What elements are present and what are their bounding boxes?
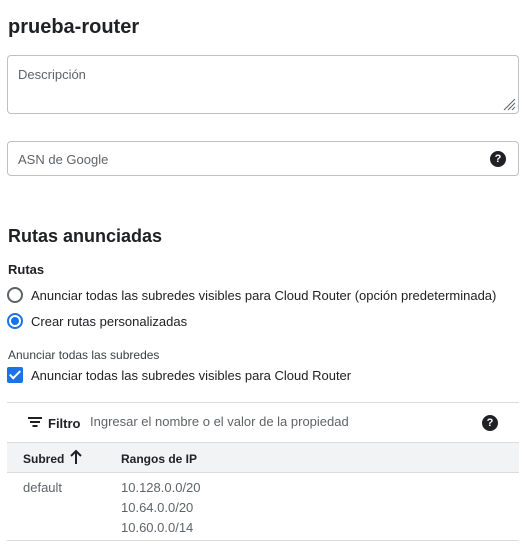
ip-range: 10.128.0.0/20 [121, 480, 201, 495]
table-header: Subred Rangos de IP [7, 442, 519, 473]
filter-label[interactable]: Filtro [48, 416, 81, 431]
filter-help-icon[interactable]: ? [482, 415, 498, 431]
column-header-subnet[interactable]: Subred [23, 452, 64, 466]
advertised-routes-title: Rutas anunciadas [8, 226, 163, 246]
routes-label: Rutas [8, 262, 45, 277]
advertise-subnets-checkbox[interactable]: Anunciar todas las subredes visibles par… [7, 367, 351, 383]
asn-field[interactable]: ASN de Google ? [7, 141, 519, 176]
resize-handle-icon[interactable] [502, 97, 516, 111]
radio-checked-icon[interactable] [7, 313, 23, 329]
advertise-subnets-label: Anunciar todas las subredes [8, 348, 160, 362]
column-header-ip-ranges[interactable]: Rangos de IP [121, 452, 197, 466]
radio-unchecked-icon[interactable] [7, 287, 23, 303]
page-title: prueba-router [8, 16, 140, 38]
help-icon[interactable]: ? [490, 151, 506, 167]
filter-bar: Filtro ? [7, 402, 519, 442]
radio-advertise-all[interactable]: Anunciar todas las subredes visibles par… [7, 287, 496, 303]
advertise-subnets-checkbox-label: Anunciar todas las subredes visibles par… [31, 367, 352, 383]
table-row: default 10.128.0.0/20 10.64.0.0/20 10.60… [7, 473, 519, 541]
description-field[interactable]: Descripción [7, 55, 519, 114]
subnet-cell: default [23, 480, 63, 495]
radio-custom-routes[interactable]: Crear rutas personalizadas [7, 313, 187, 329]
asn-placeholder: ASN de Google [18, 152, 109, 167]
description-placeholder: Descripción [18, 67, 86, 82]
filter-icon[interactable] [28, 417, 42, 428]
filter-input[interactable] [90, 414, 470, 429]
radio-advertise-all-label: Anunciar todas las subredes visibles par… [31, 287, 497, 303]
ip-range: 10.64.0.0/20 [121, 500, 194, 515]
radio-custom-routes-label: Crear rutas personalizadas [31, 313, 188, 329]
ip-range: 10.60.0.0/14 [121, 520, 194, 535]
checkbox-checked-icon[interactable] [7, 367, 23, 383]
arrow-up-icon[interactable] [69, 449, 83, 465]
